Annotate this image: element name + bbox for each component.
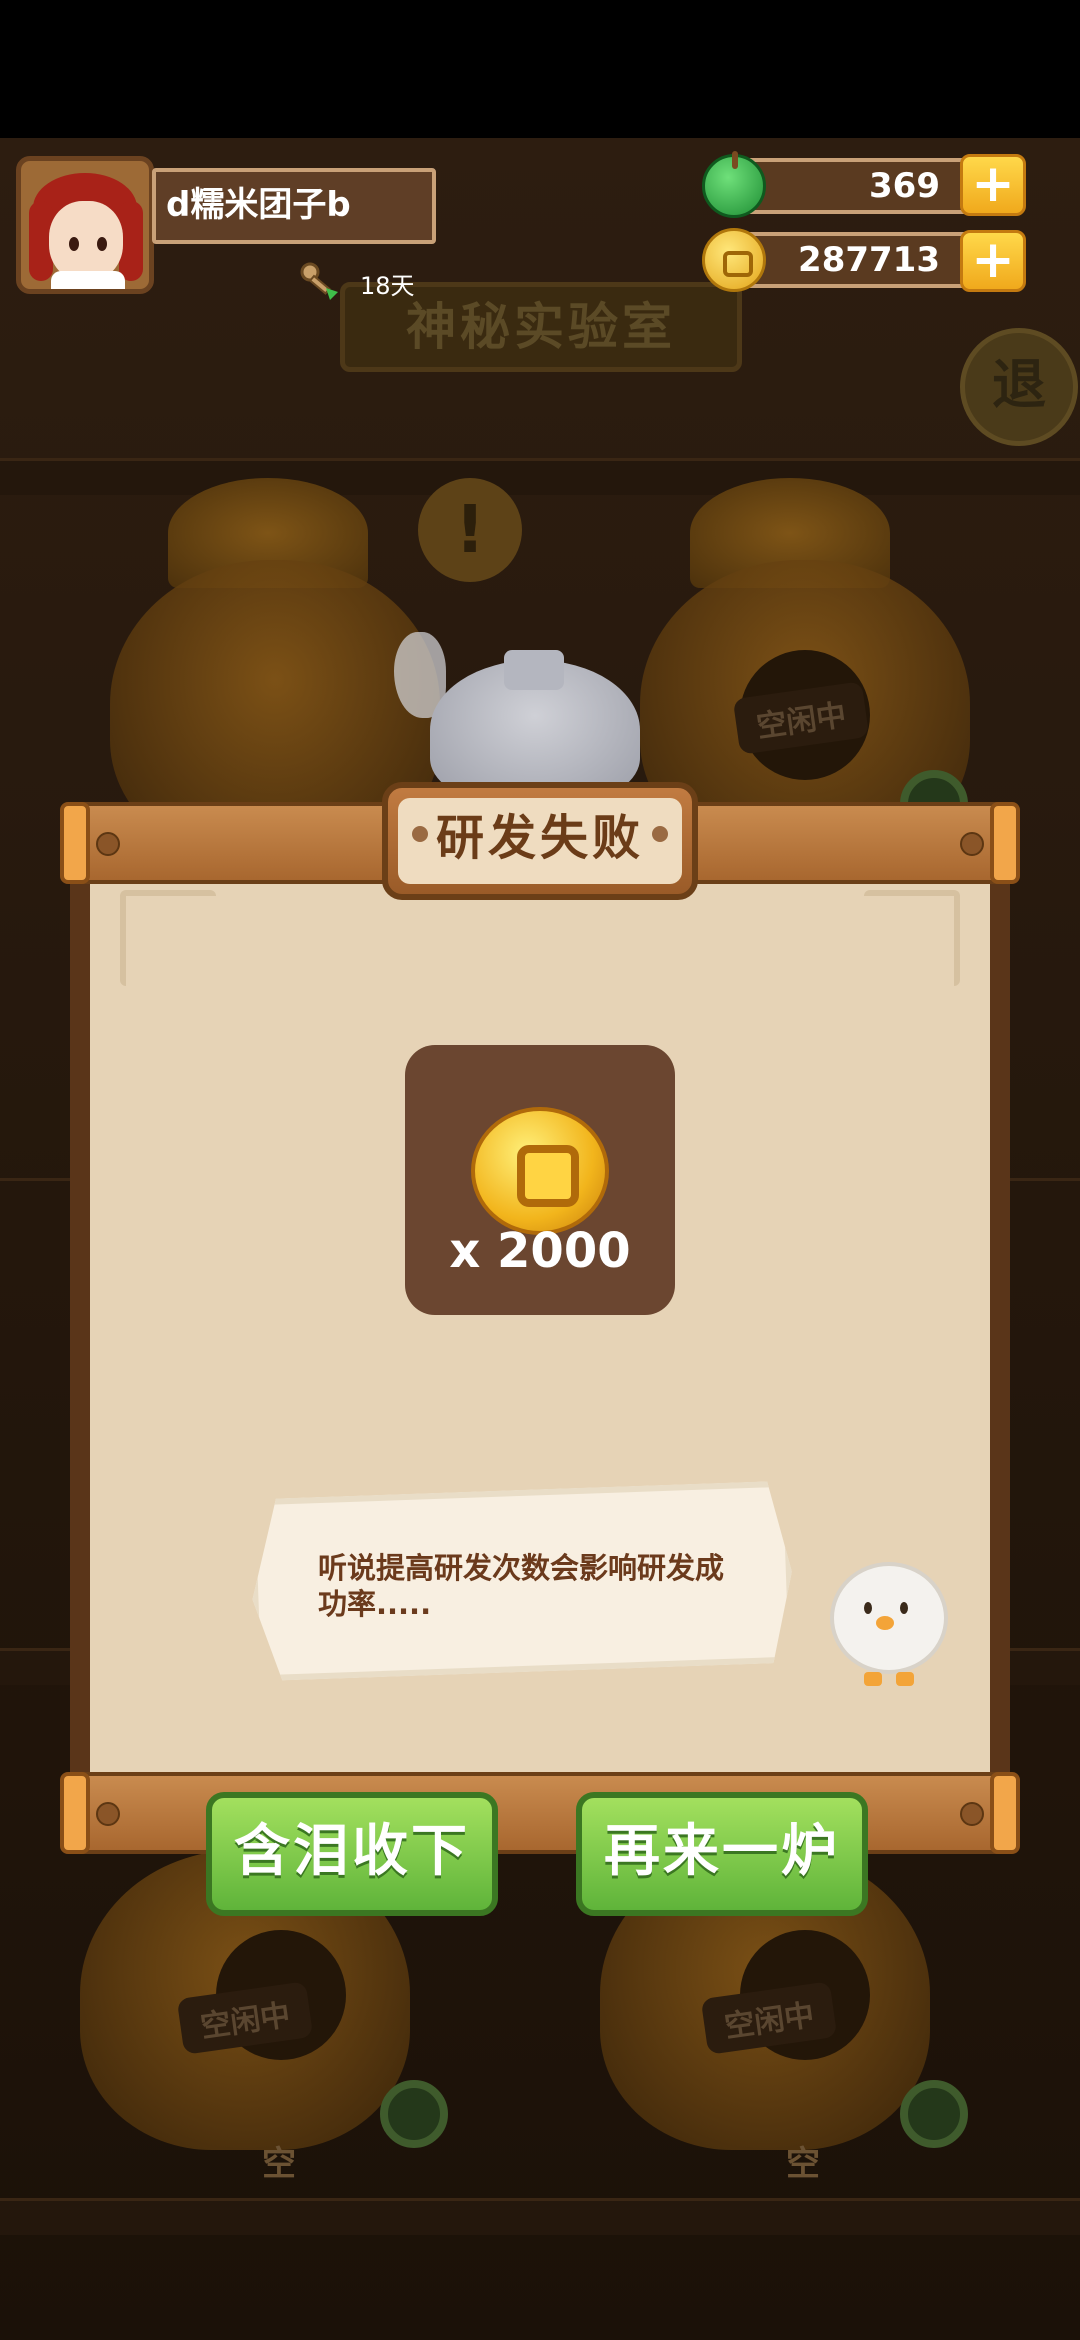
rod-cap	[990, 802, 1020, 884]
spiral-icon	[900, 2080, 968, 2148]
reward-count: x 2000	[449, 1223, 631, 1279]
shelf	[0, 458, 1080, 495]
title-dot	[652, 826, 668, 842]
spiral-icon	[380, 2080, 448, 2148]
retry-research-button[interactable]: 再来一炉	[576, 1792, 868, 1916]
coin-icon	[471, 1107, 609, 1235]
furnace-slot-label: 空	[262, 2144, 296, 2184]
chick-foot	[864, 1672, 882, 1686]
furnace-slot-label: 空	[786, 2144, 820, 2184]
avatar[interactable]	[16, 156, 154, 294]
title-dot	[412, 826, 428, 842]
rivet	[96, 832, 120, 856]
avatar-outfit	[51, 271, 125, 289]
avatar-eye	[97, 237, 107, 251]
rivet	[96, 1802, 120, 1826]
add-gems-button[interactable]: +	[960, 154, 1026, 216]
tip-text: 听说提高研发次数会影响研发成功率.....	[318, 1551, 725, 1621]
avatar-eye	[69, 237, 79, 251]
player-name: d糯米团子b	[152, 168, 436, 244]
key-icon	[300, 262, 338, 300]
coin-hole	[517, 1145, 579, 1207]
rod-cap	[60, 1772, 90, 1854]
rivet	[960, 1802, 984, 1826]
accept-reward-button[interactable]: 含泪收下	[206, 1792, 498, 1916]
avatar-face	[49, 201, 123, 281]
shelf	[0, 2198, 1080, 2235]
chick-eye	[864, 1602, 872, 1614]
exit-button[interactable]: 退	[960, 328, 1078, 446]
add-coins-button[interactable]: +	[960, 230, 1026, 292]
status-bar-area	[0, 0, 1080, 138]
dialog-title-plate: 研发失败	[382, 782, 698, 900]
chick-beak	[876, 1616, 894, 1630]
chick-foot	[896, 1672, 914, 1686]
rivet	[960, 832, 984, 856]
reward-card: x 2000	[405, 1045, 675, 1315]
chick-mascot-icon	[820, 1552, 960, 1692]
failed-furnace-lid-icon	[504, 650, 564, 690]
days-label: 18天	[360, 272, 415, 300]
alert-icon[interactable]: !	[418, 478, 522, 582]
rod-cap	[990, 1772, 1020, 1854]
rod-cap	[60, 802, 90, 884]
chick-eye	[900, 1602, 908, 1614]
coin-icon	[702, 228, 766, 292]
gem-icon	[702, 151, 766, 218]
dialog-title: 研发失败	[398, 798, 682, 884]
